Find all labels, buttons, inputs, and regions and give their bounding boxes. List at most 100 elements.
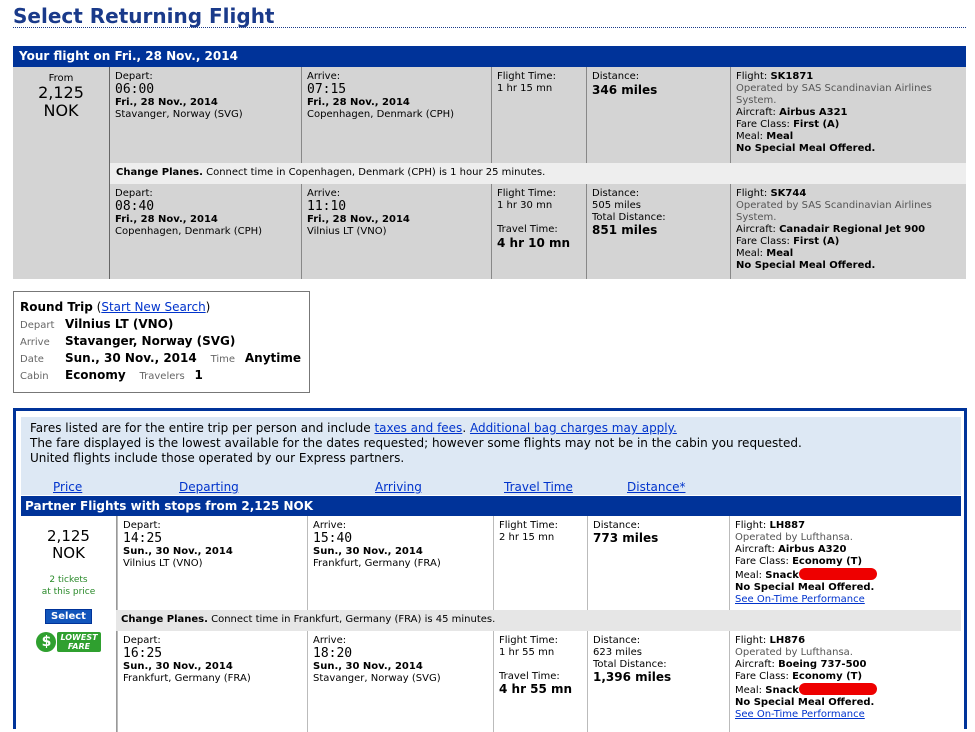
meal-label: Meal: — [735, 570, 763, 581]
depart-key: Depart — [20, 320, 55, 331]
flight-time-label: Flight Time: — [499, 635, 558, 646]
distance: 773 miles — [593, 531, 659, 545]
flight-time-cell: Flight Time: 1 hr 15 mn — [491, 67, 586, 163]
sort-departing[interactable]: Departing — [179, 480, 239, 494]
depart-place: Frankfurt, Germany (FRA) — [123, 673, 251, 684]
on-time-performance-link[interactable]: See On-Time Performance — [735, 594, 957, 606]
sort-distance[interactable]: Distance* — [627, 480, 685, 494]
arrive-time: 18:20 — [313, 646, 353, 661]
arrive-time: 11:10 — [307, 199, 347, 214]
arrive-place: Frankfurt, Germany (FRA) — [313, 558, 441, 569]
connect-time: Connect time in Frankfurt, Germany (FRA)… — [211, 614, 496, 625]
selected-price: From 2,125 NOK — [13, 67, 109, 120]
arrive-place: Copenhagen, Denmark (CPH) — [307, 109, 455, 120]
depart-cell: Depart: 08:40 Fri., 28 Nov., 2014 Copenh… — [110, 184, 301, 279]
distance: 505 miles — [592, 200, 641, 211]
sort-arriving[interactable]: Arriving — [375, 480, 422, 494]
aircraft-label: Aircraft: — [735, 544, 775, 555]
select-button[interactable]: Select — [45, 609, 92, 624]
distance-cell: Distance: 623 miles Total Distance: 1,39… — [587, 631, 729, 732]
selected-segment-1: Depart: 06:00 Fri., 28 Nov., 2014 Stavan… — [109, 67, 966, 163]
arrive-cell: Arrive: 15:40 Sun., 30 Nov., 2014 Frankf… — [307, 516, 493, 610]
flight-time-label: Flight Time: — [499, 520, 558, 531]
flight-time-label: Flight Time: — [497, 188, 556, 199]
notice-text: Fares listed are for the entire trip per… — [30, 421, 375, 435]
travel-time: 4 hr 10 mn — [497, 236, 571, 250]
depart-cell: Depart: 06:00 Fri., 28 Nov., 2014 Stavan… — [110, 67, 301, 163]
fare-label: Fare Class: — [736, 119, 790, 130]
flight-label: Flight: — [736, 71, 768, 82]
start-new-search-link[interactable]: Start New Search — [101, 300, 205, 314]
change-planes-notice: Change Planes. Connect time in Copenhage… — [109, 163, 966, 184]
arrive-cell: Arrive: 07:15 Fri., 28 Nov., 2014 Copenh… — [301, 67, 491, 163]
distance-cell: Distance: 346 miles — [586, 67, 730, 163]
page-title: Select Returning Flight — [13, 4, 275, 28]
operated-by: Operated by SAS Scandinavian Airlines Sy… — [736, 83, 932, 106]
aircraft-label: Aircraft: — [736, 224, 776, 235]
fare-class: Economy (T) — [792, 556, 863, 567]
distance: 623 miles — [593, 647, 642, 658]
result-segment-2: Depart: 16:25 Sun., 30 Nov., 2014 Frankf… — [116, 631, 961, 732]
flight-time-cell: Flight Time: 2 hr 15 mn — [493, 516, 587, 610]
taxes-and-fees-link[interactable]: taxes and fees — [374, 421, 462, 435]
arrive-place: Stavanger, Norway (SVG) — [313, 673, 441, 684]
arrive-date: Sun., 30 Nov., 2014 — [313, 546, 423, 557]
fare-label: Fare Class: — [735, 671, 789, 682]
bag-charges-link[interactable]: Additional bag charges may apply. — [470, 421, 677, 435]
flight-time-cell: Flight Time: 1 hr 30 mn Travel Time: 4 h… — [491, 184, 586, 279]
flight-time: 1 hr 15 mn — [497, 83, 553, 94]
on-time-performance-link[interactable]: See On-Time Performance — [735, 709, 957, 721]
flight-label: Flight: — [735, 520, 767, 531]
round-trip-summary: Round Trip (Start New Search) Depart Viln… — [13, 291, 310, 393]
depart-time: 14:25 — [123, 531, 163, 546]
depart-place: Stavanger, Norway (SVG) — [115, 109, 243, 120]
tickets-count: 2 tickets — [49, 575, 88, 585]
dollar-icon: $ — [36, 632, 57, 652]
change-planes-label: Change Planes. — [121, 614, 208, 625]
flight-label: Flight: — [736, 188, 768, 199]
arrive-cell: Arrive: 18:20 Sun., 30 Nov., 2014 Stavan… — [307, 631, 493, 732]
flight-time-cell: Flight Time: 1 hr 55 mn Travel Time: 4 h… — [493, 631, 587, 732]
special-meal: No Special Meal Offered. — [735, 697, 875, 708]
sort-travel-time[interactable]: Travel Time — [504, 480, 573, 494]
flight-time-label: Flight Time: — [497, 71, 556, 82]
price-amount: 2,125 — [38, 83, 84, 102]
depart-date: Sun., 30 Nov., 2014 — [123, 546, 233, 557]
result-segment-1: Depart: 14:25 Sun., 30 Nov., 2014 Vilniu… — [116, 516, 961, 610]
flight-number: LH887 — [769, 520, 806, 531]
depart-place: Copenhagen, Denmark (CPH) — [115, 226, 263, 237]
meal: Snack — [765, 685, 799, 696]
fare-notice: Fares listed are for the entire trip per… — [21, 417, 961, 479]
distance-label: Distance: — [593, 635, 641, 646]
depart-date: Fri., 28 Nov., 2014 — [115, 214, 218, 225]
aircraft-label: Aircraft: — [735, 659, 775, 670]
lowest-label: LOWEST — [60, 633, 98, 642]
arrive-time: 15:40 — [313, 531, 353, 546]
arrive-value: Stavanger, Norway (SVG) — [65, 334, 236, 348]
result-price-column: 2,125 NOK 2 tickets at this price Select… — [21, 516, 116, 729]
distance-cell: Distance: 505 miles Total Distance: 851 … — [586, 184, 730, 279]
tickets-remaining: 2 tickets at this price — [21, 574, 116, 598]
total-distance: 1,396 miles — [593, 670, 672, 684]
sort-bar: Price Departing Arriving Travel Time Dis… — [21, 479, 961, 495]
travelers-value: 1 — [194, 368, 203, 382]
arrive-date: Fri., 28 Nov., 2014 — [307, 214, 410, 225]
notice-line-3: United flights include those operated by… — [30, 451, 405, 465]
lowest-fare-badge: $ LOWEST FARE — [21, 632, 116, 652]
arrive-date: Fri., 28 Nov., 2014 — [307, 97, 410, 108]
operated-by: Operated by Lufthansa. — [735, 647, 853, 658]
depart-date: Sun., 30 Nov., 2014 — [123, 661, 233, 672]
price-amount: 2,125 — [47, 527, 90, 545]
time-key: Time — [210, 354, 236, 365]
sort-price[interactable]: Price — [53, 480, 82, 494]
depart-date: Fri., 28 Nov., 2014 — [115, 97, 218, 108]
distance-label: Distance: — [592, 188, 640, 199]
total-distance: 851 miles — [592, 223, 658, 237]
aircraft: Airbus A320 — [778, 544, 847, 555]
depart-time: 16:25 — [123, 646, 163, 661]
flight-info-cell: Flight: LH876 Operated by Lufthansa. Air… — [729, 631, 962, 732]
meal-label: Meal: — [736, 131, 764, 142]
time-value: Anytime — [244, 351, 302, 365]
aircraft: Boeing 737-500 — [778, 659, 867, 670]
flight-info-cell: Flight: LH887 Operated by Lufthansa. Air… — [729, 516, 962, 610]
